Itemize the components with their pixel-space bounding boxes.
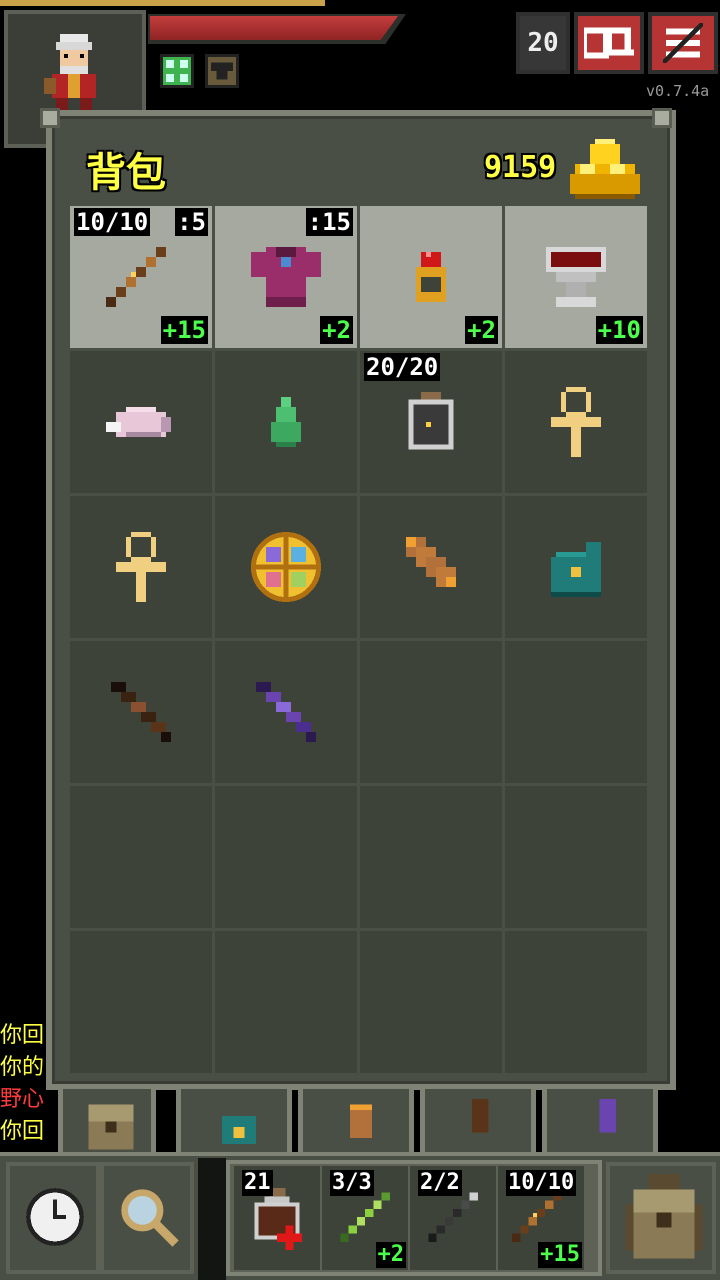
purple-wand-tab[interactable] bbox=[542, 1084, 658, 1158]
wait-button[interactable] bbox=[6, 1162, 100, 1274]
gold-amount: 9159 bbox=[484, 150, 557, 185]
quickslot-4[interactable]: 10/10 +15 bbox=[498, 1166, 584, 1270]
item-slot[interactable] bbox=[505, 496, 647, 638]
menu-button[interactable] bbox=[648, 12, 718, 74]
item-slot[interactable] bbox=[505, 351, 647, 493]
dark-wand-icon bbox=[111, 682, 171, 742]
empty-slot[interactable] bbox=[505, 931, 647, 1073]
purple-wand-tab-icon bbox=[599, 1099, 617, 1133]
quickslot-1[interactable]: 21 bbox=[234, 1166, 320, 1270]
health-bar bbox=[150, 16, 398, 40]
quickslot-upgrade-label: +2 bbox=[375, 1242, 406, 1268]
pink-stone-icon bbox=[106, 407, 171, 437]
empty-slot[interactable] bbox=[360, 786, 502, 928]
quickslot-upgrade-label: +15 bbox=[538, 1242, 582, 1268]
item-slot[interactable] bbox=[215, 641, 357, 783]
inventory-button[interactable] bbox=[606, 1162, 716, 1274]
magnifier-icon bbox=[121, 1189, 179, 1247]
depth-indicator-button[interactable]: 20 bbox=[516, 12, 570, 74]
robe-armor-icon bbox=[251, 247, 321, 307]
gold-pile-icon bbox=[570, 139, 640, 199]
item-upgrade-label: +2 bbox=[320, 316, 353, 344]
experience-bar bbox=[0, 0, 325, 6]
item-strength-label: :15 bbox=[305, 208, 353, 236]
armor-slot[interactable]: :15 +2 bbox=[215, 206, 357, 348]
toolbar-gap bbox=[198, 1158, 226, 1280]
window-corner bbox=[652, 108, 672, 128]
quickslot-count-label: 2/2 bbox=[418, 1170, 462, 1196]
green-seed-icon bbox=[271, 397, 301, 447]
menu-icon bbox=[663, 23, 703, 63]
ring-icon bbox=[416, 252, 446, 302]
item-strength-label: :5 bbox=[175, 208, 208, 236]
healing-buff-icon[interactable] bbox=[160, 54, 194, 88]
wand-slot[interactable]: 10/10 :5 +15 bbox=[70, 206, 212, 348]
inventory-grid: 10/10 :5 +15 :15 +2 +2 +10 20/20 bbox=[70, 206, 648, 1073]
empty-slot[interactable] bbox=[70, 931, 212, 1073]
empty-slot[interactable] bbox=[360, 641, 502, 783]
wand-holster-tab[interactable] bbox=[420, 1084, 536, 1158]
backpack-tab-icon bbox=[88, 1104, 134, 1150]
empty-slot[interactable] bbox=[505, 786, 647, 928]
clock-icon bbox=[26, 1188, 84, 1246]
item-slot[interactable] bbox=[215, 496, 357, 638]
dew-vial-icon bbox=[408, 392, 454, 450]
item-upgrade-label: +2 bbox=[465, 316, 498, 344]
search-button[interactable] bbox=[100, 1162, 194, 1274]
empty-slot[interactable] bbox=[215, 786, 357, 928]
ring-slot[interactable]: +2 bbox=[360, 206, 502, 348]
backpack-icon bbox=[625, 1174, 703, 1259]
artifact-slot[interactable]: +10 bbox=[505, 206, 647, 348]
quickslot-3[interactable]: 2/2 bbox=[410, 1166, 496, 1270]
wand-holster-icon bbox=[406, 537, 456, 587]
wand-icon bbox=[106, 247, 166, 307]
backpack-title: 背包 bbox=[86, 150, 166, 196]
wand-holster-tab-icon bbox=[471, 1099, 489, 1133]
empty-slot[interactable] bbox=[505, 641, 647, 783]
item-slot[interactable] bbox=[70, 641, 212, 783]
quickslot-count-label: 3/3 bbox=[330, 1170, 374, 1196]
item-slot[interactable]: 20/20 bbox=[360, 351, 502, 493]
version-label: v0.7.4a bbox=[646, 82, 710, 100]
item-upgrade-label: +10 bbox=[595, 316, 643, 344]
seed-pouch-icon bbox=[551, 542, 601, 597]
journal-button[interactable] bbox=[574, 12, 644, 74]
quickslot-count-label: 21 bbox=[242, 1170, 273, 1196]
ankh-icon bbox=[551, 387, 601, 457]
item-slot[interactable] bbox=[70, 351, 212, 493]
journal-icon bbox=[584, 27, 634, 59]
window-corner bbox=[40, 108, 60, 128]
item-slot[interactable] bbox=[360, 496, 502, 638]
quickslot-count-label: 10/10 bbox=[506, 1170, 577, 1196]
depth-label: 20 bbox=[527, 28, 559, 58]
item-upgrade-label: +15 bbox=[160, 316, 208, 344]
item-slot[interactable] bbox=[70, 496, 212, 638]
empty-slot[interactable] bbox=[70, 786, 212, 928]
armor-buff-icon[interactable] bbox=[205, 54, 239, 88]
empty-slot[interactable] bbox=[215, 931, 357, 1073]
seed-pouch-tab[interactable] bbox=[176, 1084, 292, 1158]
hero-avatar-icon bbox=[44, 34, 96, 110]
quickslot-2[interactable]: 3/3 +2 bbox=[322, 1166, 408, 1270]
purple-wand-icon bbox=[256, 682, 316, 742]
scroll-holder-tab-icon bbox=[349, 1104, 373, 1139]
chalice-icon bbox=[546, 247, 606, 307]
log-line: 你回 bbox=[0, 1119, 45, 1144]
item-charges-label: 20/20 bbox=[364, 353, 441, 381]
item-slot[interactable] bbox=[215, 351, 357, 493]
ankh-icon bbox=[116, 532, 166, 602]
scroll-holder-icon bbox=[251, 532, 321, 602]
scroll-holder-tab[interactable] bbox=[298, 1084, 414, 1158]
seed-pouch-tab-icon bbox=[222, 1115, 256, 1144]
item-charges-label: 10/10 bbox=[74, 208, 151, 236]
empty-slot[interactable] bbox=[360, 931, 502, 1073]
